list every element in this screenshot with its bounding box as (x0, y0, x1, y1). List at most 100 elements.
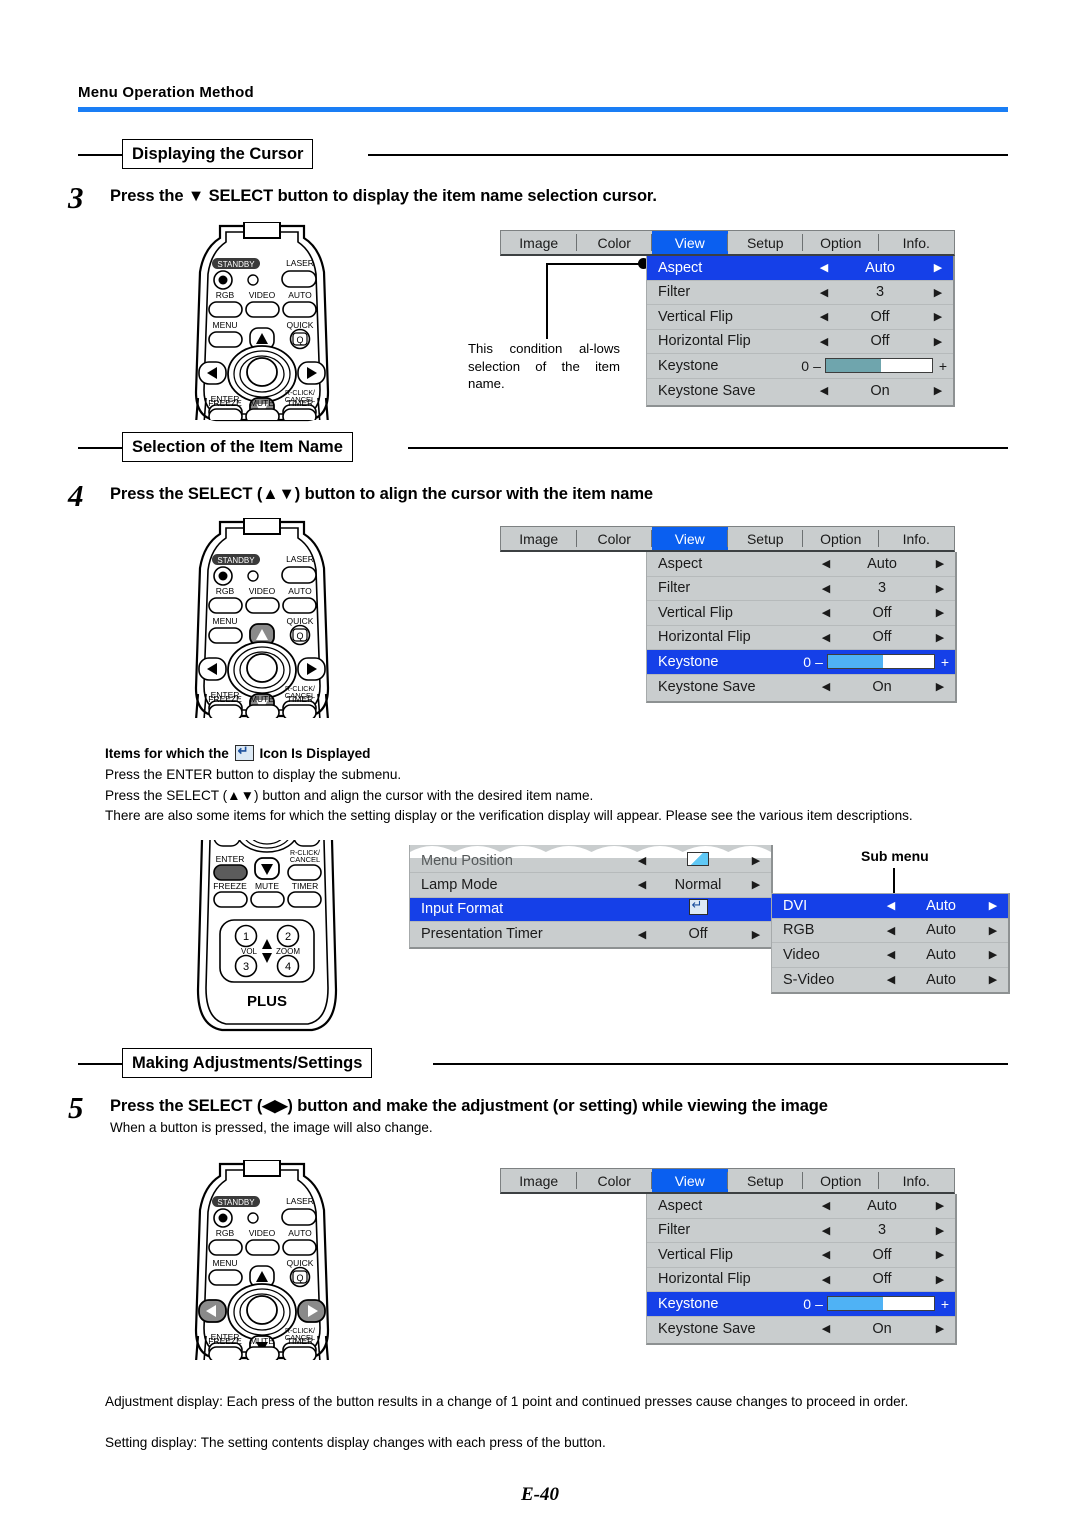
osd-left-arrow-icon[interactable]: ◀ (813, 1273, 839, 1286)
osd-tab-option[interactable]: Option (803, 527, 879, 550)
osd-tab-bar[interactable]: Image Color View Setup Option Info. (500, 230, 955, 256)
osd-right-arrow-icon[interactable]: ▶ (978, 899, 1008, 912)
osd-tab-setup[interactable]: Setup (728, 231, 804, 254)
osd-tab-info[interactable]: Info. (879, 231, 955, 254)
osd-row-keystone[interactable]: Keystone 0 – + (647, 650, 955, 675)
osd-minus-icon[interactable]: – (811, 1296, 827, 1312)
osd-tab-view[interactable]: View (652, 527, 728, 550)
osd-row-aspect[interactable]: Aspect ◀ Auto ▶ (647, 552, 955, 577)
osd-left-arrow-icon[interactable]: ◀ (811, 310, 837, 323)
osd-left-arrow-icon[interactable]: ◀ (813, 1224, 839, 1237)
osd-row-horizontal-flip[interactable]: Horizontal Flip ◀ Off ▶ (647, 626, 955, 650)
osd-right-arrow-icon[interactable]: ▶ (925, 1248, 955, 1261)
osd-right-arrow-icon[interactable]: ▶ (925, 631, 955, 644)
osd-tab-view[interactable]: View (652, 231, 728, 254)
osd-plus-icon[interactable]: + (933, 358, 953, 374)
osd-minus-icon[interactable]: – (811, 654, 827, 670)
osd-tab-setup[interactable]: Setup (728, 1169, 804, 1192)
osd-row-filter[interactable]: Filter ◀ 3 ▶ (647, 1219, 955, 1243)
osd-tab-image[interactable]: Image (501, 527, 577, 550)
osd-minus-icon[interactable]: – (809, 358, 825, 374)
osd-menu-step3[interactable]: Image Color View Setup Option Info. Aspe… (500, 230, 955, 407)
osd-tab-bar[interactable]: Image Color View Setup Option Info. (500, 1168, 955, 1194)
osd-tab-image[interactable]: Image (501, 231, 577, 254)
osd-tab-bar[interactable]: Image Color View Setup Option Info. (500, 526, 955, 552)
osd-tab-info[interactable]: Info. (879, 527, 955, 550)
osd-row-horizontal-flip[interactable]: Horizontal Flip ◀ Off ▶ (647, 1268, 955, 1292)
osd-row-presentation-timer[interactable]: Presentation Timer ◀ Off ▶ (410, 922, 771, 947)
osd-left-arrow-icon[interactable]: ◀ (629, 854, 655, 867)
osd-tab-image[interactable]: Image (501, 1169, 577, 1192)
osd-left-arrow-icon[interactable]: ◀ (813, 680, 839, 693)
osd-right-arrow-icon[interactable]: ▶ (925, 582, 955, 595)
osd-plus-icon[interactable]: + (935, 654, 955, 670)
osd-right-arrow-icon[interactable]: ▶ (925, 1224, 955, 1237)
osd-left-arrow-icon[interactable]: ◀ (811, 286, 837, 299)
osd-left-arrow-icon[interactable]: ◀ (878, 973, 904, 986)
osd-right-arrow-icon[interactable]: ▶ (925, 606, 955, 619)
osd-right-arrow-icon[interactable]: ▶ (925, 557, 955, 570)
osd-tab-color[interactable]: Color (577, 527, 653, 550)
osd-left-arrow-icon[interactable]: ◀ (813, 582, 839, 595)
osd-keystone-slider[interactable] (825, 358, 933, 374)
osd-plus-icon[interactable]: + (935, 1296, 955, 1312)
osd-right-arrow-icon[interactable]: ▶ (978, 924, 1008, 937)
osd-tab-option[interactable]: Option (803, 231, 879, 254)
osd-row-lamp-mode[interactable]: Lamp Mode ◀ Normal ▶ (410, 873, 771, 898)
osd-menu-setup[interactable]: Menu Position ◀ ▶ Lamp Mode ◀ Normal ▶ I… (409, 845, 773, 949)
osd-row-rgb[interactable]: RGB ◀ Auto ▶ (772, 919, 1008, 943)
osd-left-arrow-icon[interactable]: ◀ (813, 606, 839, 619)
osd-row-vertical-flip[interactable]: Vertical Flip ◀ Off ▶ (647, 601, 955, 626)
osd-tab-color[interactable]: Color (577, 231, 653, 254)
osd-right-arrow-icon[interactable]: ▶ (923, 384, 953, 397)
osd-right-arrow-icon[interactable]: ▶ (923, 310, 953, 323)
osd-left-arrow-icon[interactable]: ◀ (811, 261, 837, 274)
osd-row-vertical-flip[interactable]: Vertical Flip ◀ Off ▶ (647, 305, 953, 330)
osd-keystone-slider[interactable] (827, 654, 935, 670)
osd-row-keystone-save[interactable]: Keystone Save ◀ On ▶ (647, 379, 953, 404)
osd-left-arrow-icon[interactable]: ◀ (813, 557, 839, 570)
osd-row-input-format[interactable]: Input Format (410, 897, 771, 922)
osd-row-menu-position[interactable]: Menu Position ◀ ▶ (410, 845, 771, 873)
osd-left-arrow-icon[interactable]: ◀ (813, 1199, 839, 1212)
osd-row-s-video[interactable]: S-Video ◀ Auto ▶ (772, 968, 1008, 993)
osd-row-keystone-save[interactable]: Keystone Save ◀ On ▶ (647, 1317, 955, 1342)
osd-right-arrow-icon[interactable]: ▶ (923, 261, 953, 274)
osd-tab-setup[interactable]: Setup (728, 527, 804, 550)
osd-menu-step5[interactable]: Image Color View Setup Option Info. Aspe… (500, 1168, 957, 1345)
osd-left-arrow-icon[interactable]: ◀ (629, 928, 655, 941)
osd-left-arrow-icon[interactable]: ◀ (878, 924, 904, 937)
osd-left-arrow-icon[interactable]: ◀ (629, 878, 655, 891)
osd-row-vertical-flip[interactable]: Vertical Flip ◀ Off ▶ (647, 1243, 955, 1268)
osd-right-arrow-icon[interactable]: ▶ (741, 854, 771, 867)
osd-tab-color[interactable]: Color (577, 1169, 653, 1192)
osd-right-arrow-icon[interactable]: ▶ (978, 973, 1008, 986)
osd-tab-view[interactable]: View (652, 1169, 728, 1192)
osd-left-arrow-icon[interactable]: ◀ (813, 1322, 839, 1335)
osd-row-aspect[interactable]: Aspect ◀ Auto ▶ (647, 256, 953, 281)
osd-left-arrow-icon[interactable]: ◀ (813, 631, 839, 644)
osd-row-keystone[interactable]: Keystone 0 – + (647, 354, 953, 379)
osd-row-keystone-save[interactable]: Keystone Save ◀ On ▶ (647, 675, 955, 700)
osd-right-arrow-icon[interactable]: ▶ (925, 1199, 955, 1212)
osd-keystone-slider[interactable] (827, 1296, 935, 1312)
osd-row-keystone[interactable]: Keystone 0 – + (647, 1292, 955, 1317)
osd-menu-step4[interactable]: Image Color View Setup Option Info. Aspe… (500, 526, 957, 703)
osd-right-arrow-icon[interactable]: ▶ (925, 1322, 955, 1335)
osd-submenu-input-format[interactable]: DVI ◀ Auto ▶ RGB ◀ Auto ▶ Video ◀ Auto ▶… (771, 893, 1010, 994)
osd-right-arrow-icon[interactable]: ▶ (978, 948, 1008, 961)
osd-right-arrow-icon[interactable]: ▶ (741, 928, 771, 941)
osd-row-filter[interactable]: Filter ◀ 3 ▶ (647, 577, 955, 601)
osd-tab-info[interactable]: Info. (879, 1169, 955, 1192)
osd-row-aspect[interactable]: Aspect ◀ Auto ▶ (647, 1194, 955, 1219)
osd-right-arrow-icon[interactable]: ▶ (925, 680, 955, 693)
osd-left-arrow-icon[interactable]: ◀ (878, 948, 904, 961)
osd-row-horizontal-flip[interactable]: Horizontal Flip ◀ Off ▶ (647, 330, 953, 354)
osd-right-arrow-icon[interactable]: ▶ (923, 286, 953, 299)
osd-right-arrow-icon[interactable]: ▶ (741, 878, 771, 891)
osd-row-video[interactable]: Video ◀ Auto ▶ (772, 943, 1008, 968)
osd-row-dvi[interactable]: DVI ◀ Auto ▶ (772, 894, 1008, 919)
osd-left-arrow-icon[interactable]: ◀ (878, 899, 904, 912)
osd-row-filter[interactable]: Filter ◀ 3 ▶ (647, 281, 953, 305)
osd-tab-option[interactable]: Option (803, 1169, 879, 1192)
